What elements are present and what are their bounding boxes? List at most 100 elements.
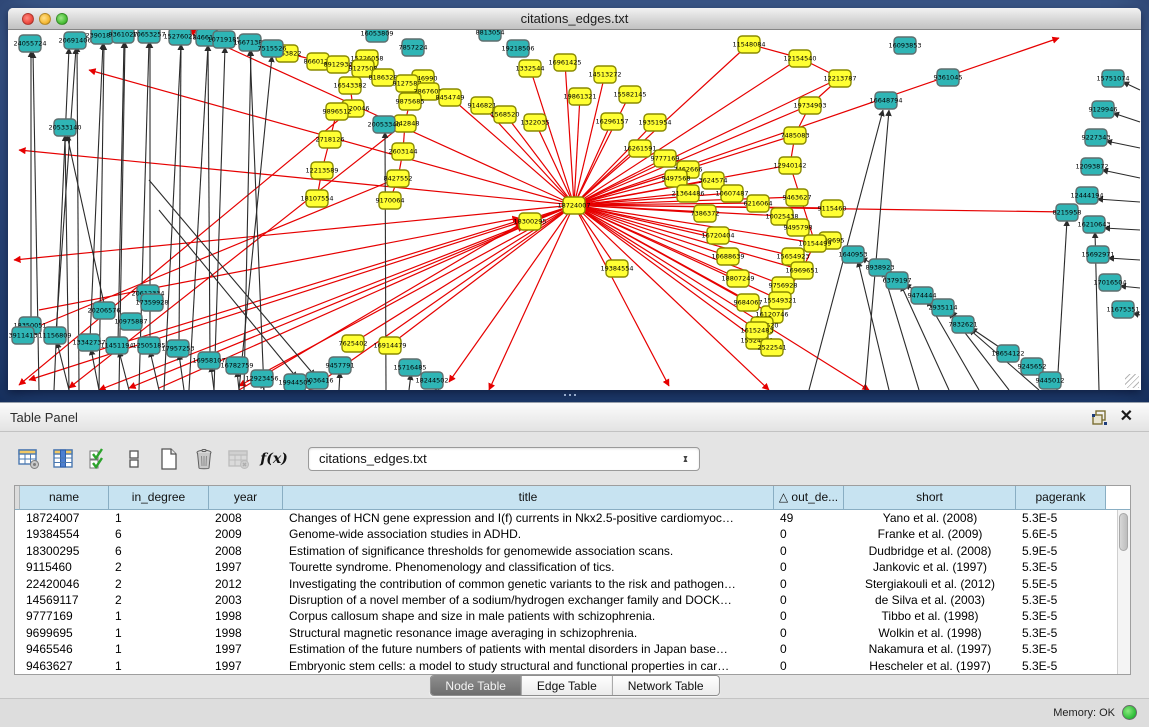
scrollbar-thumb[interactable] (1119, 513, 1128, 551)
network-node[interactable]: 8454749 (436, 89, 465, 106)
new-column-icon[interactable] (154, 444, 184, 474)
clear-selection-icon[interactable] (119, 444, 149, 474)
table-cell-pagerank[interactable]: 5.3E-5 (1016, 608, 1106, 624)
network-node[interactable]: 7485083 (781, 127, 810, 144)
table-cell-short[interactable]: Dudbridge et al. (2008) (844, 543, 1016, 559)
table-cell-name[interactable]: 9699695 (20, 625, 109, 641)
table-cell-short[interactable]: Nakamura et al. (1997) (844, 641, 1016, 657)
network-node[interactable]: 10688639 (711, 248, 744, 265)
network-node[interactable]: 16053809 (360, 30, 393, 42)
table-cell-short[interactable]: Tibbo et al. (1998) (844, 608, 1016, 624)
network-node[interactable]: 7832621 (949, 316, 978, 333)
table-cell-pagerank[interactable]: 5.3E-5 (1016, 641, 1106, 657)
table-cell-title[interactable]: Tourette syndrome. Phenomenology and cla… (283, 559, 774, 575)
table-cell-year[interactable]: 1997 (209, 658, 283, 674)
network-node[interactable]: 11548084 (732, 36, 765, 53)
tab-edge-table[interactable]: Edge Table (521, 676, 612, 695)
table-cell-title[interactable]: Estimation of significance thresholds fo… (283, 543, 774, 559)
network-node[interactable]: 20533140 (48, 119, 81, 136)
network-node[interactable]: 11675351 (1106, 301, 1139, 318)
table-row[interactable]: 1872400712008Changes of HCN gene express… (15, 510, 1117, 526)
table-source-select[interactable]: citations_edges.txt (308, 447, 700, 471)
column-header-in_degree[interactable]: in_degree (109, 486, 209, 510)
network-node[interactable]: 19218506 (501, 40, 534, 57)
table-cell-name[interactable]: 9463627 (20, 658, 109, 674)
table-cell-short[interactable]: Yano et al. (2008) (844, 510, 1016, 526)
table-cell-year[interactable]: 2012 (209, 576, 283, 592)
table-cell-short[interactable]: Hescheler et al. (1997) (844, 658, 1016, 674)
table-cell-out_degree[interactable]: 49 (774, 510, 844, 526)
network-node[interactable]: 9457791 (326, 357, 355, 374)
delete-table-icon[interactable] (224, 444, 254, 474)
network-node[interactable]: 16210643 (1077, 216, 1110, 233)
network-node[interactable]: 8813054 (476, 30, 505, 41)
table-cell-pagerank[interactable]: 5.9E-5 (1016, 543, 1106, 559)
table-cell-out_degree[interactable]: 0 (774, 641, 844, 657)
table-cell-out_degree[interactable]: 0 (774, 608, 844, 624)
network-node[interactable]: 3911413 (9, 327, 38, 344)
table-cell-short[interactable]: de Silva et al. (2003) (844, 592, 1016, 608)
network-window[interactable]: citations_edges.txt 18724007183002951938… (8, 8, 1141, 390)
network-node[interactable]: 11156809 (38, 327, 71, 344)
select-all-columns-icon[interactable] (84, 444, 114, 474)
column-header-year[interactable]: year (209, 486, 283, 510)
table-vertical-scrollbar[interactable] (1117, 510, 1130, 674)
column-header-name[interactable]: name (20, 486, 109, 510)
network-node[interactable]: 1568520 (491, 106, 520, 123)
network-node[interactable]: 7857224 (399, 39, 428, 56)
network-node[interactable]: 19384554 (600, 260, 633, 277)
network-node[interactable]: 9227343 (1082, 129, 1111, 146)
network-node[interactable]: 7515526 (258, 40, 287, 57)
table-cell-name[interactable]: 18300295 (20, 543, 109, 559)
network-node[interactable]: 16093853 (888, 37, 921, 54)
network-node[interactable]: 9495798 (784, 219, 813, 236)
network-node[interactable]: 24055724 (13, 35, 46, 52)
table-cell-title[interactable]: Changes of HCN gene expression and I(f) … (283, 510, 774, 526)
network-node[interactable]: 16296157 (595, 113, 628, 130)
tab-node-table[interactable]: Node Table (430, 676, 521, 695)
table-cell-in_degree[interactable]: 6 (109, 543, 209, 559)
network-node[interactable]: 9361045 (934, 69, 963, 86)
table-cell-name[interactable]: 14569117 (20, 592, 109, 608)
network-node[interactable]: 12940142 (773, 157, 806, 174)
network-node[interactable]: 10975887 (114, 313, 147, 330)
tab-network-table[interactable]: Network Table (612, 676, 719, 695)
table-row[interactable]: 1456911722003Disruption of a novel membe… (15, 592, 1117, 608)
network-node[interactable]: 6216064 (744, 195, 773, 212)
table-cell-title[interactable]: Embryonic stem cells: a model to study s… (283, 658, 774, 674)
table-row[interactable]: 1830029562008Estimation of significance … (15, 543, 1117, 559)
table-row[interactable]: 911546021997Tourette syndrome. Phenomeno… (15, 559, 1117, 575)
network-node[interactable]: 9115460 (818, 200, 847, 217)
network-node[interactable]: 12923456 (245, 370, 278, 387)
network-node[interactable]: 16961425 (548, 54, 581, 71)
network-node[interactable]: 7386372 (691, 205, 720, 222)
network-node[interactable]: 1322035 (521, 114, 550, 131)
network-node[interactable]: 16648794 (869, 92, 902, 109)
table-cell-year[interactable]: 2003 (209, 592, 283, 608)
table-cell-out_degree[interactable]: 0 (774, 526, 844, 542)
column-header-out_degree[interactable]: △ out_de... (774, 486, 844, 510)
network-node[interactable]: 1332544 (516, 60, 545, 77)
table-cell-name[interactable]: 9777169 (20, 608, 109, 624)
table-row[interactable]: 1938455462009Genome-wide association stu… (15, 526, 1117, 542)
network-node[interactable]: 9129946 (1089, 101, 1118, 118)
window-resize-grip[interactable] (1125, 374, 1139, 388)
function-builder-icon[interactable]: f(x) (259, 444, 289, 474)
table-row[interactable]: 977716911998Corpus callosum shape and si… (15, 608, 1117, 624)
table-cell-name[interactable]: 9465546 (20, 641, 109, 657)
table-cell-name[interactable]: 22420046 (20, 576, 109, 592)
table-mode-icon[interactable] (14, 444, 44, 474)
network-node[interactable]: 9684067 (734, 294, 763, 311)
table-cell-pagerank[interactable]: 5.3E-5 (1016, 625, 1106, 641)
close-panel-icon[interactable]: ✕ (1120, 407, 1133, 427)
table-cell-in_degree[interactable]: 2 (109, 592, 209, 608)
network-node[interactable]: 18107554 (300, 190, 333, 207)
table-cell-short[interactable]: Jankovic et al. (1997) (844, 559, 1016, 575)
network-node[interactable]: 9445012 (1036, 372, 1065, 389)
table-cell-out_degree[interactable]: 0 (774, 559, 844, 575)
network-node[interactable]: 6379197 (883, 272, 912, 289)
column-header-title[interactable]: title (283, 486, 774, 510)
table-cell-title[interactable]: Corpus callosum shape and size in male p… (283, 608, 774, 624)
table-cell-in_degree[interactable]: 1 (109, 658, 209, 674)
table-cell-year[interactable]: 1997 (209, 641, 283, 657)
